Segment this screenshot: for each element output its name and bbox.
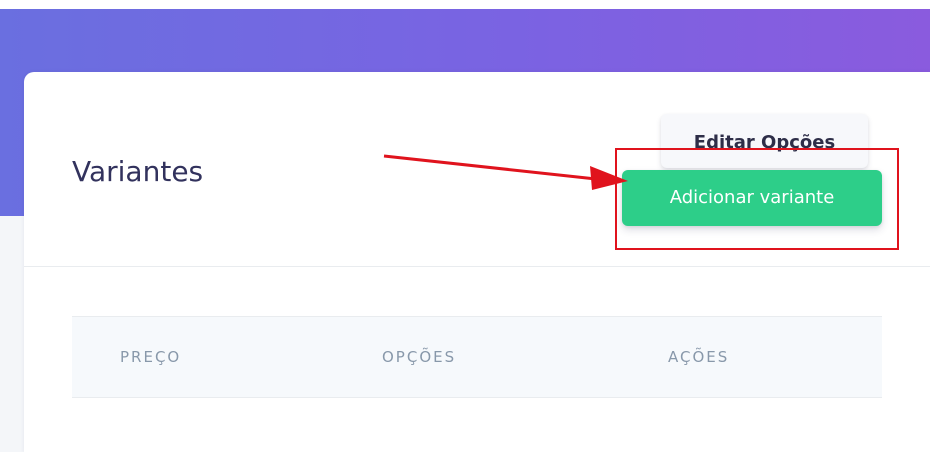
annotation-arrow-icon xyxy=(383,154,628,190)
edit-options-button[interactable]: Editar Opções xyxy=(661,114,868,168)
variants-card: Variantes Editar Opções Adicionar varian… xyxy=(24,72,930,452)
table-header: PREÇO OPÇÕES AÇÕES xyxy=(72,316,882,398)
card-divider xyxy=(24,266,930,267)
card-title: Variantes xyxy=(72,155,204,188)
column-header-options: OPÇÕES xyxy=(382,348,457,366)
column-header-price: PREÇO xyxy=(120,348,182,366)
column-header-actions: AÇÕES xyxy=(668,348,730,366)
add-variant-button[interactable]: Adicionar variante xyxy=(622,170,882,226)
top-strip xyxy=(0,0,930,9)
